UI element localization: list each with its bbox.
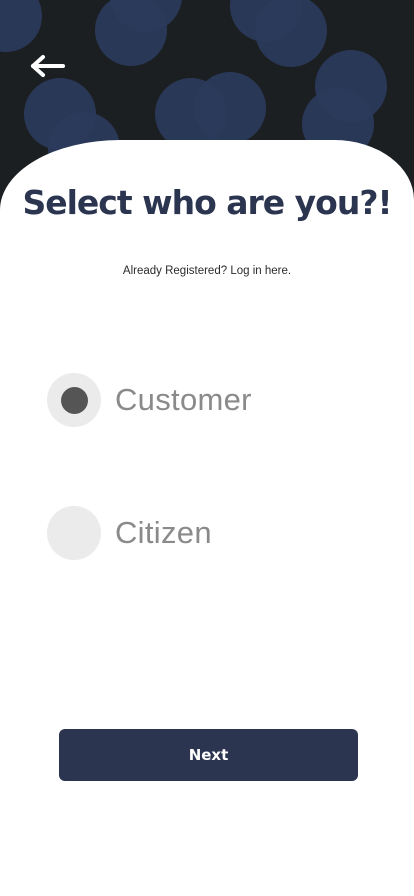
page-title: Select who are you?!: [0, 185, 414, 221]
option-customer[interactable]: Customer: [47, 373, 252, 427]
citizen-radio[interactable]: [47, 506, 101, 560]
customer-radio[interactable]: [47, 373, 101, 427]
decorative-bubble: [194, 72, 266, 144]
back-button[interactable]: [26, 52, 70, 84]
page-title-text: Select who are you?!: [22, 183, 392, 222]
decorative-bubble: [255, 0, 327, 67]
option-citizen[interactable]: Citizen: [47, 506, 212, 560]
customer-label: Customer: [115, 382, 252, 417]
arrow-left-icon: [30, 54, 66, 82]
citizen-label: Citizen: [115, 515, 212, 550]
login-link[interactable]: Already Registered? Log in here.: [0, 265, 414, 277]
next-button[interactable]: Next: [59, 729, 358, 781]
radio-selected-dot: [60, 386, 88, 414]
decorative-bubble: [0, 0, 42, 52]
